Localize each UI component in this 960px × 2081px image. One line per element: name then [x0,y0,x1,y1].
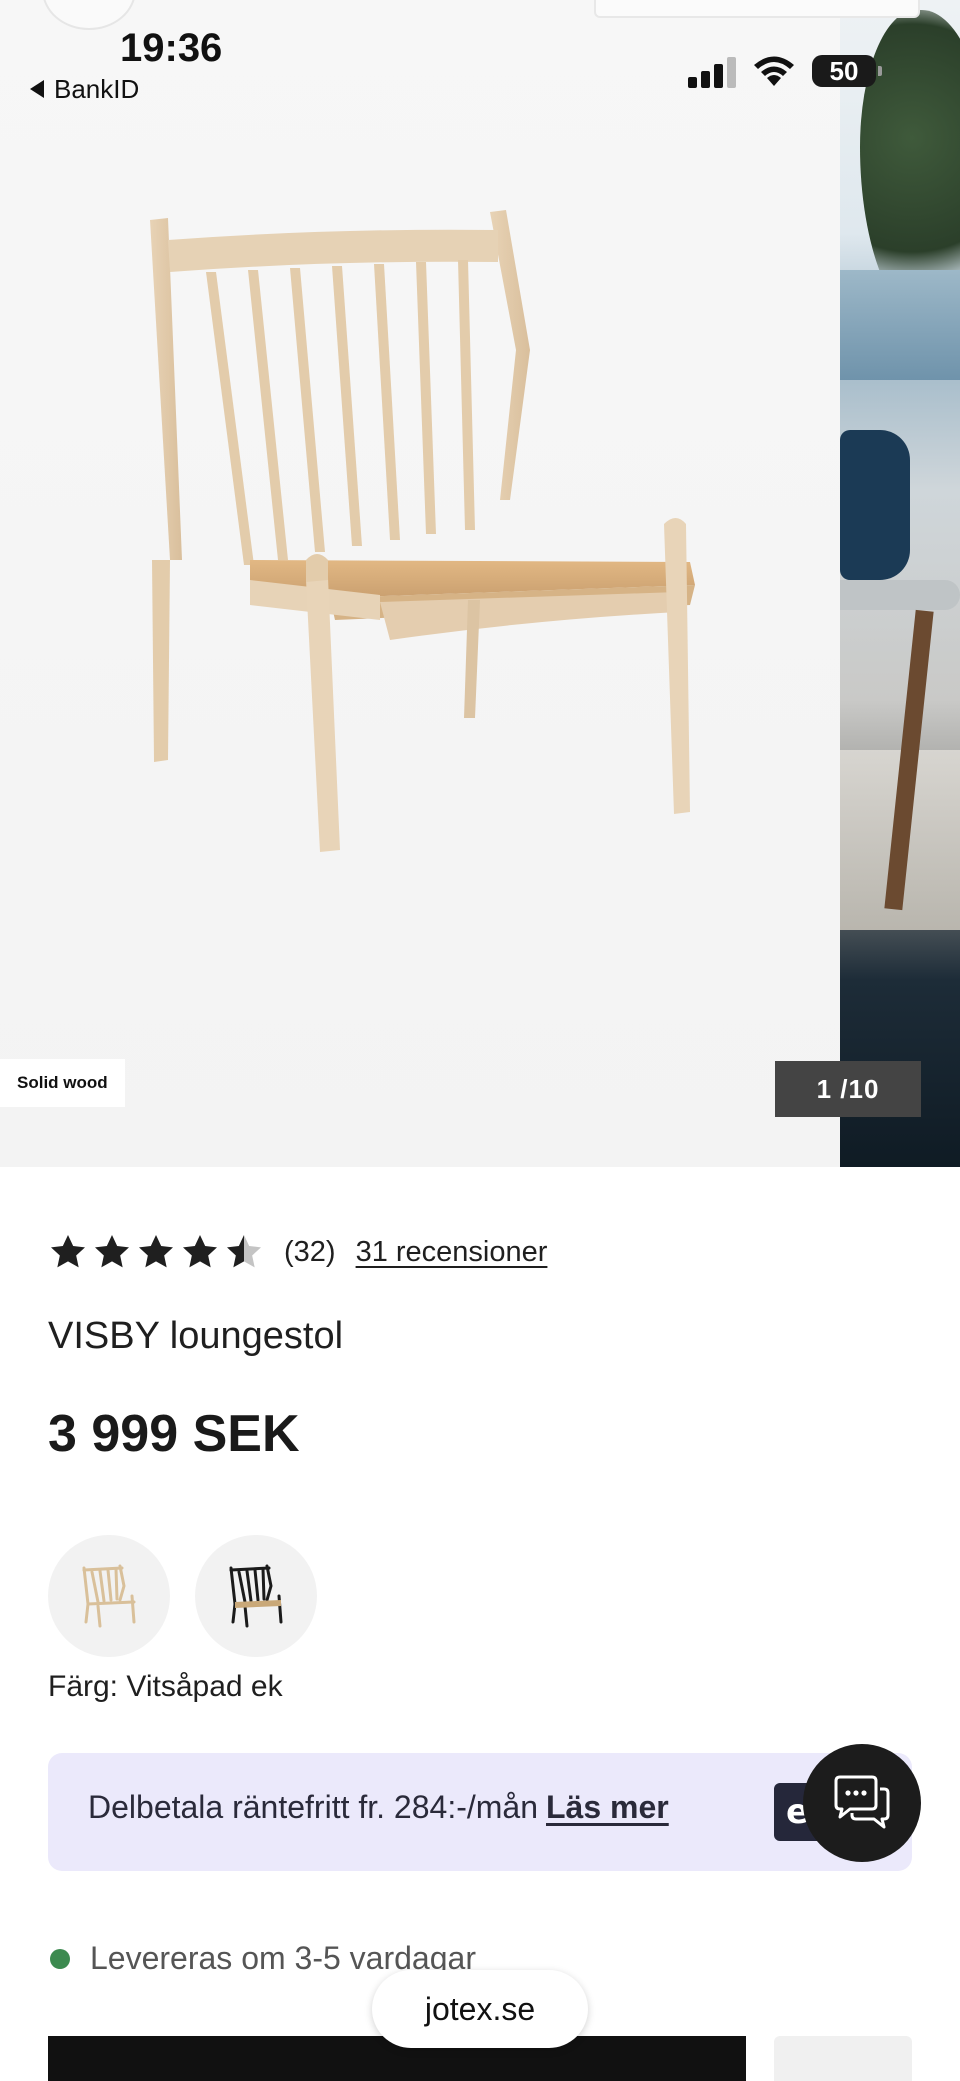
wifi-icon [754,56,794,86]
financing-read-more-link[interactable]: Läs mer [546,1789,669,1825]
color-label: Färg: Vitsåpad ek [48,1670,283,1703]
chair-image [150,210,695,852]
back-app-label: BankID [54,74,140,104]
image-counter: 1 /10 [775,1061,921,1117]
battery-indicator: 50 [812,55,882,87]
rating-count: (32) [284,1235,336,1268]
chair-thumbnail-dark [229,1564,283,1628]
back-to-app-link[interactable]: BankID [30,74,139,105]
rating-stars [48,1232,264,1272]
product-image-main[interactable] [0,0,840,1167]
status-bar: 19:36 BankID 50 [0,0,960,120]
product-image-gallery[interactable]: 19:36 BankID 50 Solid wood 1 /10 [0,0,960,1167]
star-icon [51,1235,85,1268]
star-icon [95,1235,129,1268]
wishlist-button[interactable] [774,2036,912,2081]
reviews-link[interactable]: 31 recensioner [356,1236,548,1269]
color-swatch-black[interactable] [195,1535,317,1657]
cellular-signal-icon [688,56,736,88]
star-icon [139,1235,173,1268]
in-stock-indicator-icon [50,1948,70,1969]
back-triangle-icon [30,80,44,98]
financing-text: Delbetala räntefritt fr. 284:-/mån [88,1789,538,1825]
financing-text-row: Delbetala räntefritt fr. 284:-/mån Läs me… [88,1789,669,1826]
star-icon [183,1235,217,1268]
color-swatch-natural-oak[interactable] [48,1535,170,1657]
star-half-icon [227,1235,261,1268]
chair-thumbnail-light [82,1564,136,1628]
status-time: 19:36 [120,26,223,70]
product-image-next-preview[interactable] [840,0,960,1167]
product-price: 3 999 SEK [48,1405,300,1463]
browser-url-pill[interactable]: jotex.se [372,1970,588,2048]
chat-bubble-icon [834,1775,890,1829]
chat-button[interactable] [803,1744,921,1862]
product-title: VISBY loungestol [48,1315,344,1357]
product-rating[interactable]: (32) 31 recensioner [48,1228,547,1276]
material-tag: Solid wood [0,1059,125,1107]
financing-banner[interactable]: Delbetala räntefritt fr. 284:-/mån Läs me… [48,1753,912,1871]
